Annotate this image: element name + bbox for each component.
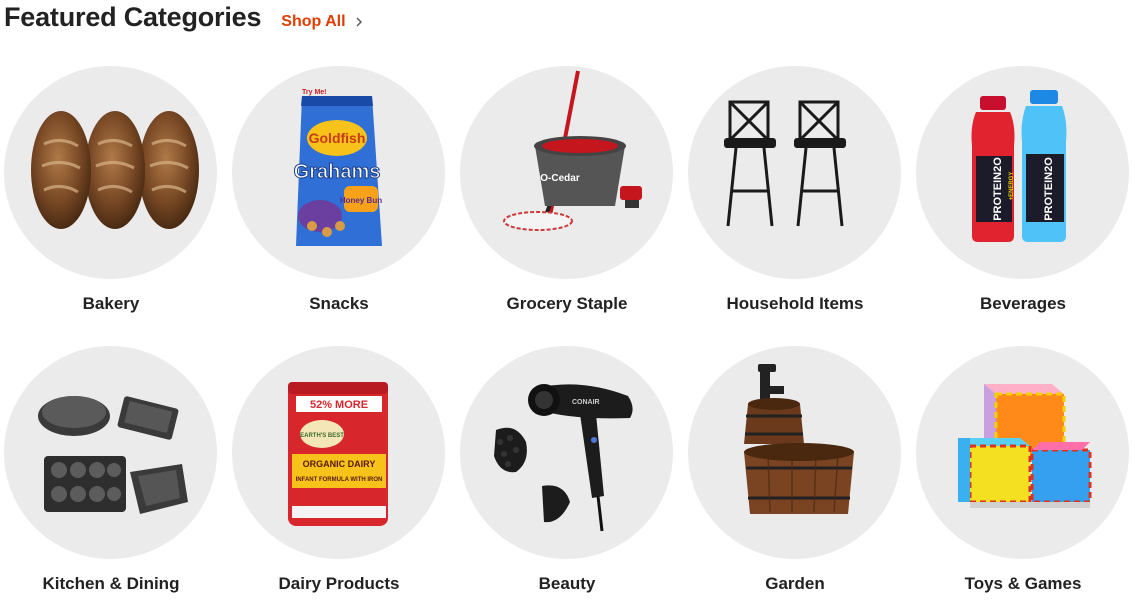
category-row: Bakery Goldfish Grahams Honey Bun Try Me…: [0, 66, 1138, 326]
drink-sub-text: +ENERGY: [1009, 172, 1015, 201]
formula-brand-text: EARTH'S BEST: [300, 433, 344, 439]
category-image-toys-games[interactable]: [916, 346, 1129, 559]
category-image-dairy-products[interactable]: 52% MORE EARTH'S BEST ORGANIC DAIRY INFA…: [232, 346, 445, 559]
foam-blocks-icon: [958, 384, 1092, 508]
shop-all-label: Shop All: [281, 13, 346, 30]
category-image-household-items[interactable]: [688, 66, 901, 279]
formula-more-text: 52% MORE: [310, 399, 368, 411]
bread-loaves-icon: [31, 111, 199, 229]
infant-formula-can-icon: 52% MORE EARTH'S BEST ORGANIC DAIRY INFA…: [288, 382, 388, 526]
category-row: Kitchen & Dining 52% MORE EARTH'S BEST O…: [0, 346, 1138, 604]
category-tile-beauty[interactable]: CONAIR Beauty: [460, 346, 674, 604]
category-label: Toys & Games: [964, 574, 1082, 593]
shop-all-link[interactable]: Shop All: [281, 13, 363, 31]
section-header: Featured Categories Shop All: [4, 2, 364, 36]
barrel-fountain-icon: [744, 364, 854, 514]
category-tile-dairy-products[interactable]: 52% MORE EARTH'S BEST ORGANIC DAIRY INFA…: [232, 346, 446, 604]
category-image-beverages[interactable]: PROTEIN2O PROTEIN2O +ENERGY: [916, 66, 1129, 279]
snacks-brand-text: Goldfish: [309, 130, 366, 146]
snacks-tag-text: Try Me!: [302, 89, 327, 96]
bar-stools-icon: [724, 100, 846, 227]
formula-line1-text: ORGANIC DAIRY: [303, 459, 376, 469]
spin-mop-bucket-icon: O-Cedar: [503, 70, 642, 231]
hair-dryer-icon: CONAIR: [494, 384, 633, 532]
dryer-brand-text: CONAIR: [572, 399, 600, 406]
category-label: Beauty: [538, 574, 596, 593]
category-image-garden[interactable]: [688, 346, 901, 559]
section-title: Featured Categories: [4, 2, 262, 32]
category-label: Bakery: [82, 294, 140, 313]
category-label: Snacks: [309, 294, 369, 313]
category-tile-snacks[interactable]: Goldfish Grahams Honey Bun Try Me! Snack…: [232, 66, 446, 326]
snacks-name-text: Grahams: [294, 161, 381, 183]
category-tile-garden[interactable]: Garden: [688, 346, 902, 604]
category-tile-bakery[interactable]: Bakery: [4, 66, 218, 326]
drink-brand-text-2: PROTEIN2O: [1043, 157, 1055, 221]
category-tile-grocery-staple[interactable]: O-Cedar Grocery Staple: [460, 66, 674, 326]
category-label: Dairy Products: [278, 574, 400, 593]
category-label: Grocery Staple: [506, 294, 628, 313]
category-label: Household Items: [726, 294, 864, 313]
category-image-bakery[interactable]: [4, 66, 217, 279]
drink-brand-text: PROTEIN2O: [992, 157, 1004, 221]
category-image-beauty[interactable]: CONAIR: [460, 346, 673, 559]
category-label: Kitchen & Dining: [42, 574, 180, 593]
chevron-right-icon: [356, 17, 362, 27]
category-label: Garden: [765, 574, 825, 593]
category-tile-toys-games[interactable]: Toys & Games: [916, 346, 1130, 604]
category-tile-beverages[interactable]: PROTEIN2O PROTEIN2O +ENERGY Beverages: [916, 66, 1130, 326]
category-image-kitchen-dining[interactable]: [4, 346, 217, 559]
category-tile-household-items[interactable]: Household Items: [688, 66, 902, 326]
snacks-flavor-text: Honey Bun: [340, 196, 382, 205]
mop-brand-text: O-Cedar: [540, 173, 580, 184]
category-image-grocery-staple[interactable]: O-Cedar: [460, 66, 673, 279]
formula-line2-text: INFANT FORMULA WITH IRON: [296, 477, 383, 483]
category-label: Beverages: [979, 294, 1066, 313]
goldfish-grahams-bag-icon: Goldfish Grahams Honey Bun Try Me!: [293, 89, 382, 246]
bakeware-set-icon: [38, 396, 188, 514]
category-image-snacks[interactable]: Goldfish Grahams Honey Bun Try Me!: [232, 66, 445, 279]
protein-drink-bottles-icon: PROTEIN2O PROTEIN2O +ENERGY: [971, 90, 1067, 242]
category-tile-kitchen-dining[interactable]: Kitchen & Dining: [4, 346, 218, 604]
